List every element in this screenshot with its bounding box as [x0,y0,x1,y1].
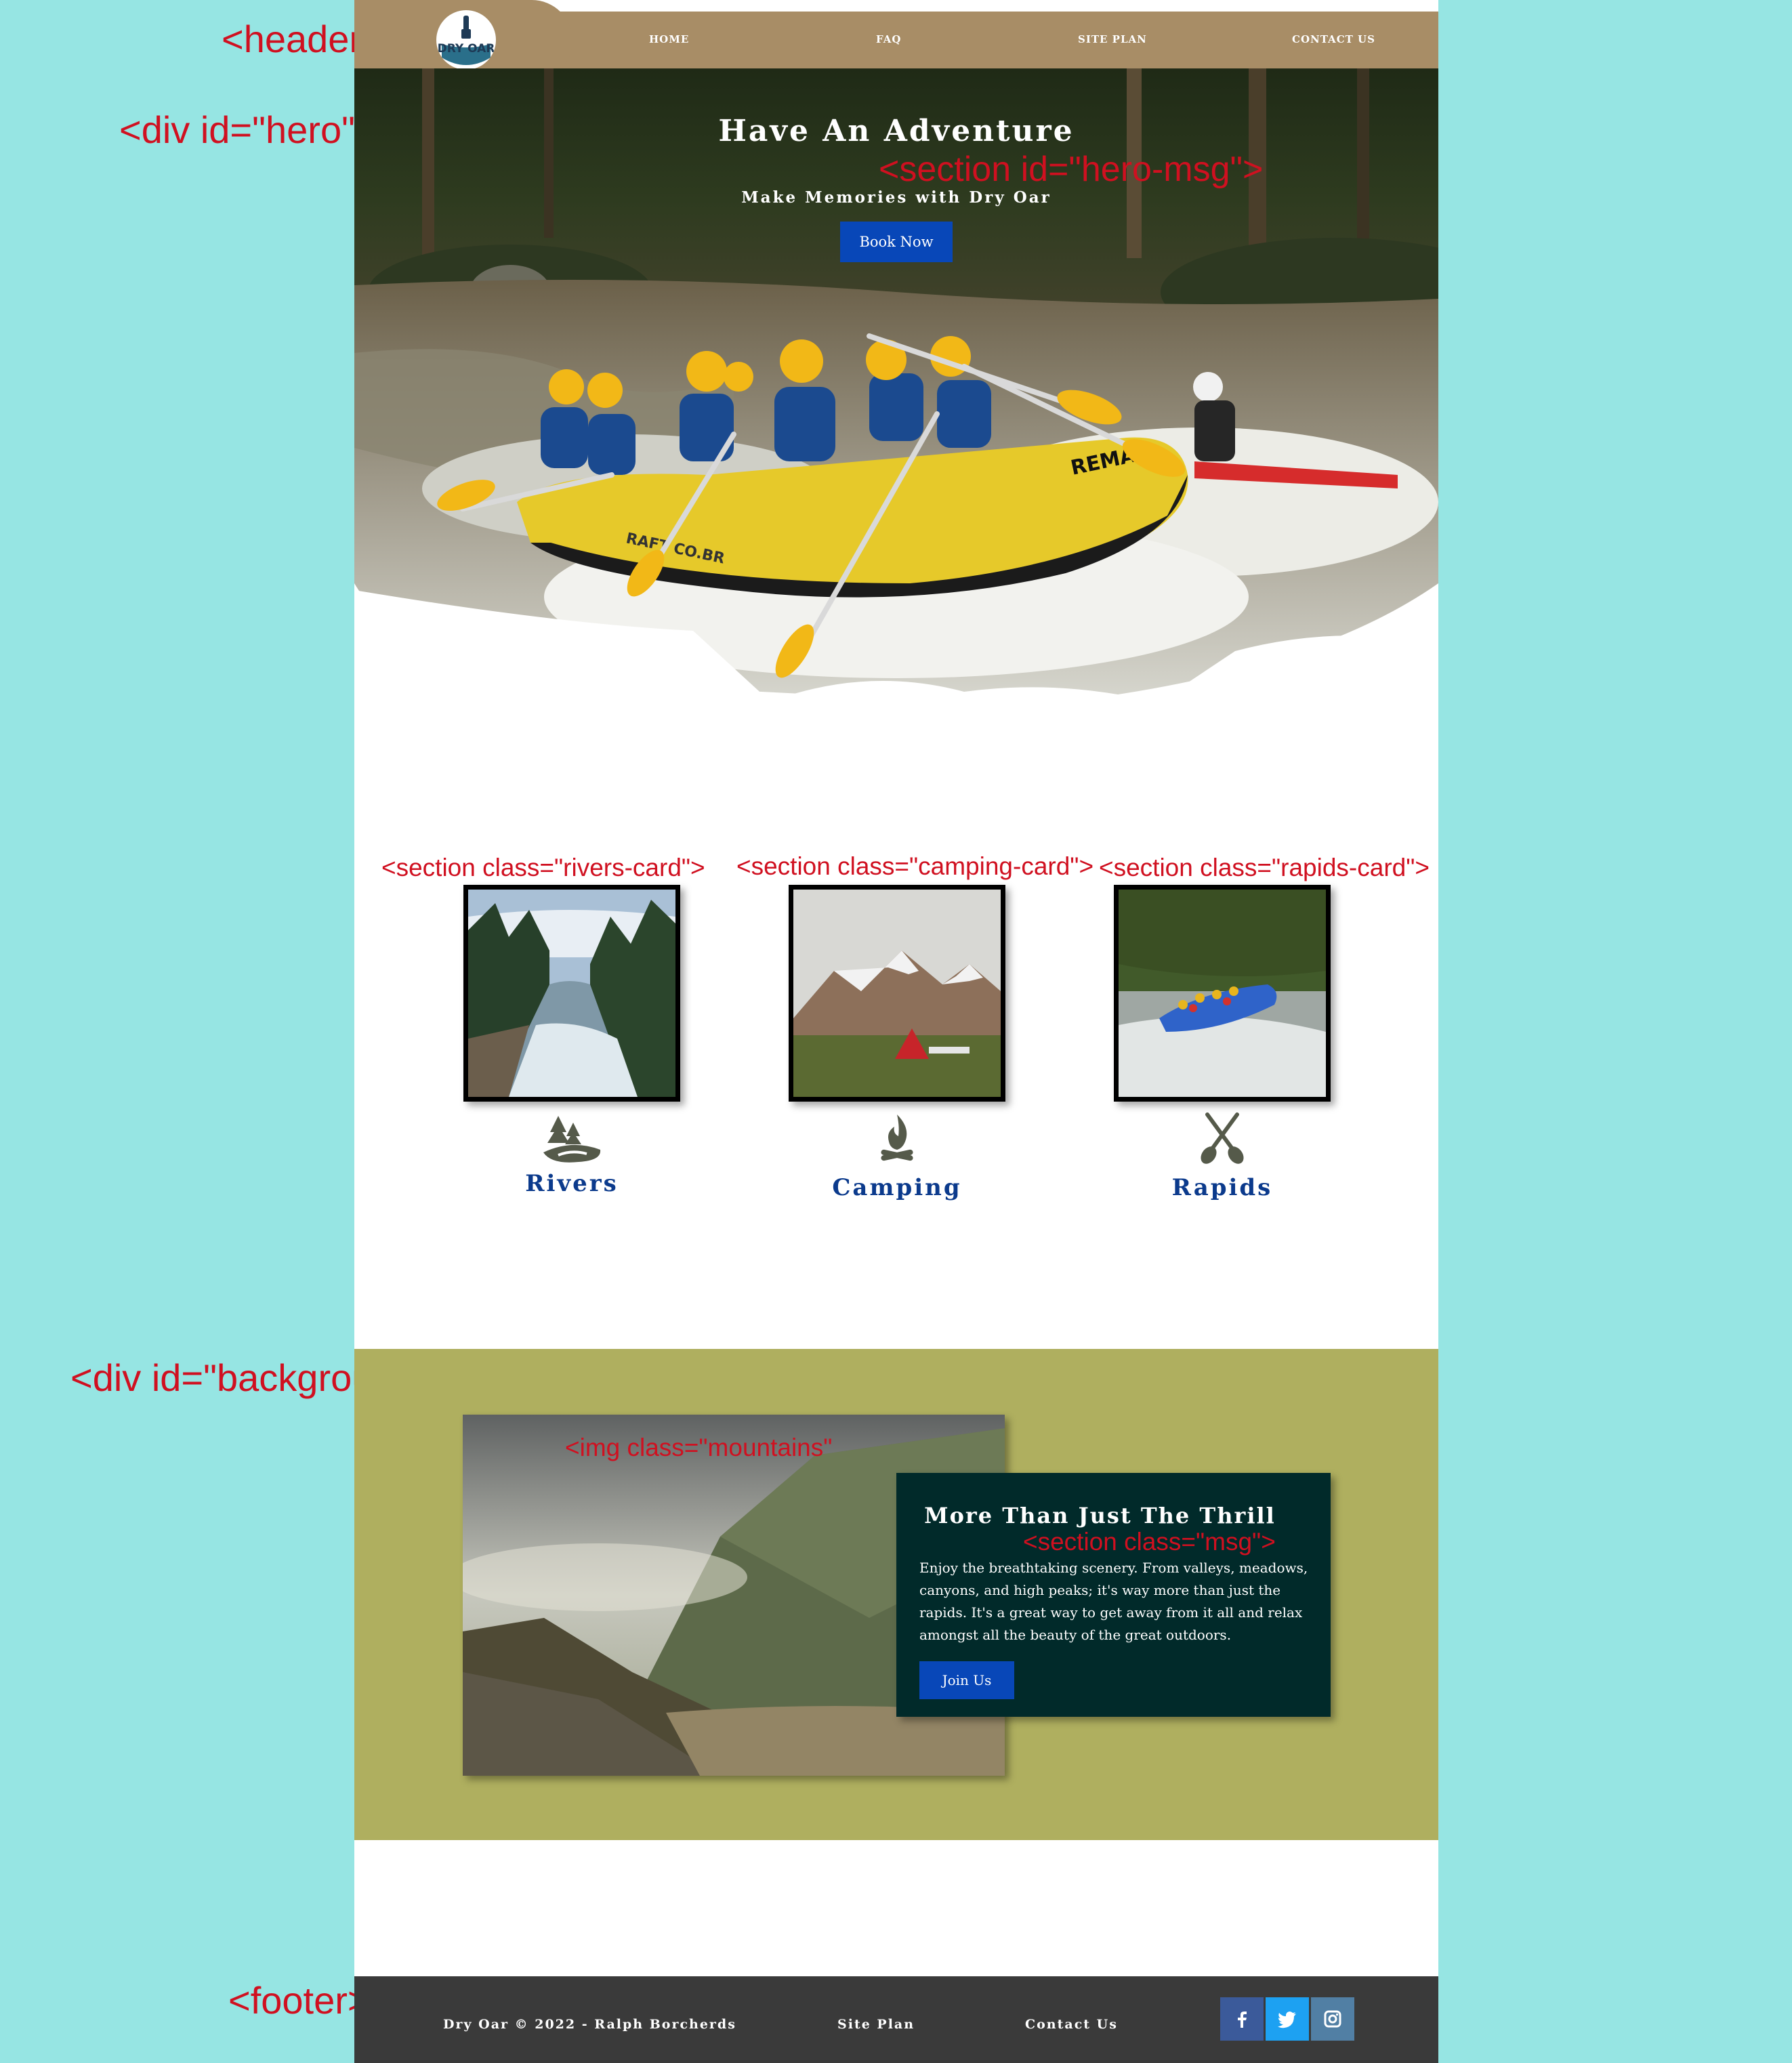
facebook-icon[interactable] [1220,1997,1264,2041]
book-now-button[interactable]: Book Now [840,222,953,262]
footer-copyright: Dry Oar © 2022 - Ralph Borcherds [443,2017,736,2032]
footer: Dry Oar © 2022 - Ralph Borcherds Site Pl… [354,1976,1438,2063]
rivers-photo [463,885,680,1102]
annotation-footer: <footer> [228,1979,370,2022]
footer-contact-link[interactable]: Contact Us [1025,2017,1118,2032]
river-trees-icon [538,1112,606,1166]
crossed-paddles-icon [1188,1112,1256,1166]
nav-home[interactable]: HOME [649,33,689,45]
msg-body: Enjoy the breathtaking scenery. From val… [919,1560,1308,1643]
logo[interactable]: DRY OAR [436,10,496,70]
join-us-button[interactable]: Join Us [919,1661,1014,1699]
rivers-card[interactable]: Rivers [463,885,680,1197]
rapids-card[interactable]: Rapids [1114,885,1331,1201]
logo-text: DRY OAR [438,42,495,56]
background-band: <img class="mountains" More Than Just Th… [354,1349,1438,1840]
twitter-icon[interactable] [1266,1997,1309,2041]
annotation-rivers-card: <section class="rivers-card"> [381,854,705,881]
nav-site-plan[interactable]: SITE PLAN [1078,33,1147,45]
dry-oar-logo-icon: DRY OAR [438,13,495,67]
camping-card[interactable]: Camping [789,885,1005,1201]
nav-contact-us[interactable]: CONTACT US [1292,33,1375,45]
campfire-icon [863,1112,931,1166]
hero-title: Have An Adventure [718,114,1075,148]
camping-label: Camping [832,1174,962,1201]
camping-photo [789,885,1005,1102]
annotation-msg: <section class="msg"> [1023,1528,1276,1556]
rapids-label: Rapids [1171,1174,1273,1201]
nav-faq[interactable]: FAQ [876,33,901,45]
annotation-mountains: <img class="mountains" [565,1434,833,1461]
msg-panel: More Than Just The Thrill <section class… [896,1473,1331,1717]
rivers-label: Rivers [525,1170,619,1197]
annotation-camping-card: <section class="camping-card"> [736,852,1094,880]
hero-subtitle: Make Memories with Dry Oar [741,188,1051,207]
annotation-hero: <div id="hero"> [119,108,377,151]
page: DRY OAR HOME FAQ SITE PLAN CONTACT US RE… [354,0,1438,2063]
footer-site-plan-link[interactable]: Site Plan [837,2017,915,2032]
msg-title: More Than Just The Thrill [924,1503,1276,1528]
annotation-rapids-card: <section class="rapids-card"> [1099,854,1430,881]
rapids-photo [1114,885,1331,1102]
instagram-icon[interactable] [1311,1997,1354,2041]
annotation-hero-msg: <section id="hero-msg"> [879,150,1264,189]
